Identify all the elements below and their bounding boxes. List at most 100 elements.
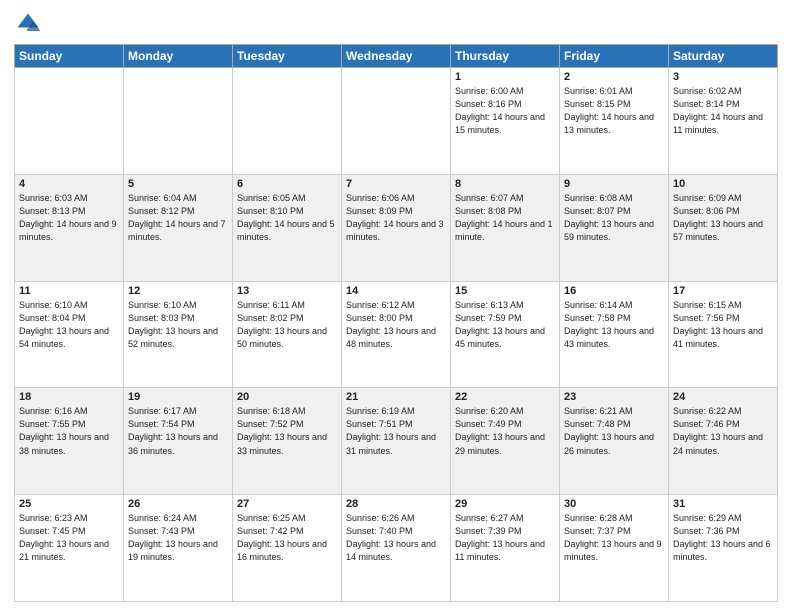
day-number: 8	[455, 178, 555, 190]
calendar-cell: 12Sunrise: 6:10 AM Sunset: 8:03 PM Dayli…	[124, 281, 233, 388]
day-number: 23	[564, 391, 664, 403]
day-info: Sunrise: 6:27 AM Sunset: 7:39 PM Dayligh…	[455, 512, 555, 564]
day-number: 22	[455, 391, 555, 403]
day-header-wednesday: Wednesday	[342, 45, 451, 68]
calendar-cell: 6 Sunrise: 6:05 AM Sunset: 8:10 PM Daylig…	[233, 174, 342, 281]
calendar-cell: 2 Sunrise: 6:01 AM Sunset: 8:15 PM Daylig…	[560, 68, 669, 175]
day-number: 24	[673, 391, 773, 403]
day-info: Sunrise: 6:23 AM Sunset: 7:45 PM Dayligh…	[19, 512, 119, 564]
calendar-week-4: 18 Sunrise: 6:16 AM Sunset: 7:55 PM Dayli…	[15, 388, 778, 495]
calendar-cell: 29 Sunrise: 6:27 AM Sunset: 7:39 PM Dayli…	[451, 495, 560, 602]
day-info: Sunrise: 6:11 AM Sunset: 8:02 PM Dayligh…	[237, 299, 337, 351]
day-number: 19	[128, 391, 228, 403]
calendar-cell: 20 Sunrise: 6:18 AM Sunset: 7:52 PM Dayli…	[233, 388, 342, 495]
calendar-week-5: 25 Sunrise: 6:23 AM Sunset: 7:45 PM Dayli…	[15, 495, 778, 602]
day-info: Sunrise: 6:02 AM Sunset: 8:14 PM Dayligh…	[673, 85, 773, 137]
day-info: Sunrise: 6:08 AM Sunset: 8:07 PM Dayligh…	[564, 192, 664, 244]
day-number: 31	[673, 498, 773, 510]
page: SundayMondayTuesdayWednesdayThursdayFrid…	[0, 0, 792, 612]
calendar-cell: 30Sunrise: 6:28 AM Sunset: 7:37 PM Dayli…	[560, 495, 669, 602]
calendar-cell: 5Sunrise: 6:04 AM Sunset: 8:12 PM Daylig…	[124, 174, 233, 281]
day-info: Sunrise: 6:21 AM Sunset: 7:48 PM Dayligh…	[564, 405, 664, 457]
day-info: Sunrise: 6:00 AM Sunset: 8:16 PM Dayligh…	[455, 85, 555, 137]
calendar-cell	[342, 68, 451, 175]
day-number: 5	[128, 178, 228, 190]
day-info: Sunrise: 6:18 AM Sunset: 7:52 PM Dayligh…	[237, 405, 337, 457]
calendar-cell: 22 Sunrise: 6:20 AM Sunset: 7:49 PM Dayli…	[451, 388, 560, 495]
calendar: SundayMondayTuesdayWednesdayThursdayFrid…	[14, 44, 778, 602]
calendar-cell: 26 Sunrise: 6:24 AM Sunset: 7:43 PM Dayli…	[124, 495, 233, 602]
day-info: Sunrise: 6:19 AM Sunset: 7:51 PM Dayligh…	[346, 405, 446, 457]
day-number: 17	[673, 285, 773, 297]
day-info: Sunrise: 6:13 AM Sunset: 7:59 PM Dayligh…	[455, 299, 555, 351]
day-number: 28	[346, 498, 446, 510]
calendar-cell: 25 Sunrise: 6:23 AM Sunset: 7:45 PM Dayli…	[15, 495, 124, 602]
day-number: 13	[237, 285, 337, 297]
day-number: 2	[564, 71, 664, 83]
calendar-cell: 8 Sunrise: 6:07 AM Sunset: 8:08 PM Daylig…	[451, 174, 560, 281]
day-number: 18	[19, 391, 119, 403]
day-number: 1	[455, 71, 555, 83]
calendar-cell: 31 Sunrise: 6:29 AM Sunset: 7:36 PM Dayli…	[669, 495, 778, 602]
logo	[14, 10, 46, 38]
day-header-monday: Monday	[124, 45, 233, 68]
calendar-cell: 15 Sunrise: 6:13 AM Sunset: 7:59 PM Dayli…	[451, 281, 560, 388]
day-number: 6	[237, 178, 337, 190]
calendar-week-3: 11Sunrise: 6:10 AM Sunset: 8:04 PM Dayli…	[15, 281, 778, 388]
day-number: 16	[564, 285, 664, 297]
day-info: Sunrise: 6:24 AM Sunset: 7:43 PM Dayligh…	[128, 512, 228, 564]
header	[14, 10, 778, 38]
day-number: 29	[455, 498, 555, 510]
calendar-cell: 10 Sunrise: 6:09 AM Sunset: 8:06 PM Dayli…	[669, 174, 778, 281]
day-number: 21	[346, 391, 446, 403]
day-info: Sunrise: 6:20 AM Sunset: 7:49 PM Dayligh…	[455, 405, 555, 457]
calendar-week-1: 1 Sunrise: 6:00 AM Sunset: 8:16 PM Daylig…	[15, 68, 778, 175]
day-number: 15	[455, 285, 555, 297]
calendar-cell	[124, 68, 233, 175]
day-header-sunday: Sunday	[15, 45, 124, 68]
day-header-friday: Friday	[560, 45, 669, 68]
calendar-cell: 16 Sunrise: 6:14 AM Sunset: 7:58 PM Dayli…	[560, 281, 669, 388]
day-number: 14	[346, 285, 446, 297]
day-info: Sunrise: 6:29 AM Sunset: 7:36 PM Dayligh…	[673, 512, 773, 564]
calendar-cell: 3 Sunrise: 6:02 AM Sunset: 8:14 PM Daylig…	[669, 68, 778, 175]
day-number: 26	[128, 498, 228, 510]
day-number: 11	[19, 285, 119, 297]
day-info: Sunrise: 6:17 AM Sunset: 7:54 PM Dayligh…	[128, 405, 228, 457]
calendar-cell: 19 Sunrise: 6:17 AM Sunset: 7:54 PM Dayli…	[124, 388, 233, 495]
calendar-cell: 24 Sunrise: 6:22 AM Sunset: 7:46 PM Dayli…	[669, 388, 778, 495]
day-number: 25	[19, 498, 119, 510]
calendar-cell: 21 Sunrise: 6:19 AM Sunset: 7:51 PM Dayli…	[342, 388, 451, 495]
day-number: 3	[673, 71, 773, 83]
day-info: Sunrise: 6:14 AM Sunset: 7:58 PM Dayligh…	[564, 299, 664, 351]
day-header-saturday: Saturday	[669, 45, 778, 68]
day-header-thursday: Thursday	[451, 45, 560, 68]
day-info: Sunrise: 6:05 AM Sunset: 8:10 PM Dayligh…	[237, 192, 337, 244]
day-number: 20	[237, 391, 337, 403]
calendar-cell: 9 Sunrise: 6:08 AM Sunset: 8:07 PM Daylig…	[560, 174, 669, 281]
day-info: Sunrise: 6:09 AM Sunset: 8:06 PM Dayligh…	[673, 192, 773, 244]
day-info: Sunrise: 6:01 AM Sunset: 8:15 PM Dayligh…	[564, 85, 664, 137]
day-info: Sunrise: 6:07 AM Sunset: 8:08 PM Dayligh…	[455, 192, 555, 244]
day-info: Sunrise: 6:16 AM Sunset: 7:55 PM Dayligh…	[19, 405, 119, 457]
day-info: Sunrise: 6:15 AM Sunset: 7:56 PM Dayligh…	[673, 299, 773, 351]
day-info: Sunrise: 6:12 AM Sunset: 8:00 PM Dayligh…	[346, 299, 446, 351]
day-number: 27	[237, 498, 337, 510]
calendar-header-row: SundayMondayTuesdayWednesdayThursdayFrid…	[15, 45, 778, 68]
day-number: 7	[346, 178, 446, 190]
logo-icon	[14, 10, 42, 38]
calendar-cell: 7 Sunrise: 6:06 AM Sunset: 8:09 PM Daylig…	[342, 174, 451, 281]
day-number: 10	[673, 178, 773, 190]
day-info: Sunrise: 6:22 AM Sunset: 7:46 PM Dayligh…	[673, 405, 773, 457]
calendar-cell: 17 Sunrise: 6:15 AM Sunset: 7:56 PM Dayli…	[669, 281, 778, 388]
calendar-cell	[15, 68, 124, 175]
calendar-cell: 23 Sunrise: 6:21 AM Sunset: 7:48 PM Dayli…	[560, 388, 669, 495]
calendar-week-2: 4Sunrise: 6:03 AM Sunset: 8:13 PM Daylig…	[15, 174, 778, 281]
day-number: 9	[564, 178, 664, 190]
day-info: Sunrise: 6:03 AM Sunset: 8:13 PM Dayligh…	[19, 192, 119, 244]
day-info: Sunrise: 6:06 AM Sunset: 8:09 PM Dayligh…	[346, 192, 446, 244]
day-info: Sunrise: 6:25 AM Sunset: 7:42 PM Dayligh…	[237, 512, 337, 564]
day-info: Sunrise: 6:28 AM Sunset: 7:37 PM Dayligh…	[564, 512, 664, 564]
calendar-cell: 14 Sunrise: 6:12 AM Sunset: 8:00 PM Dayli…	[342, 281, 451, 388]
calendar-cell: 1 Sunrise: 6:00 AM Sunset: 8:16 PM Daylig…	[451, 68, 560, 175]
